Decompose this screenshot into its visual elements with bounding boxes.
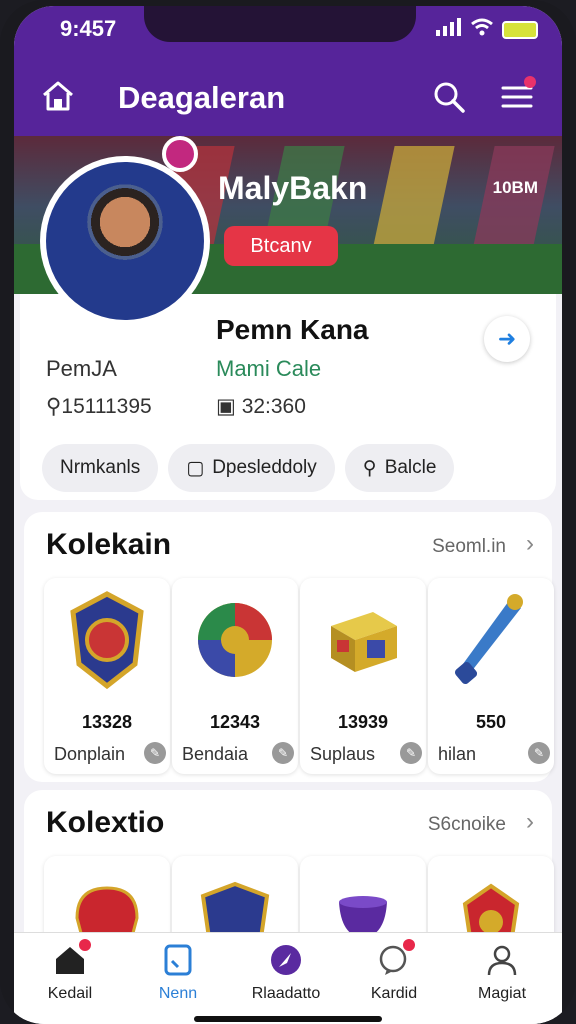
collection-item[interactable]: 550 hilan ✎ bbox=[428, 578, 554, 774]
ball-icon bbox=[190, 588, 280, 692]
location-pin-icon: ⚲ bbox=[46, 395, 62, 418]
home-icon[interactable] bbox=[40, 78, 76, 114]
chip-nrmkanls[interactable]: Nrmkanls bbox=[42, 444, 159, 492]
calendar-icon: ▣ bbox=[216, 395, 236, 418]
notification-dot bbox=[524, 76, 536, 88]
home-icon bbox=[53, 939, 91, 977]
tab-rlaadatto[interactable]: Rlaadatto bbox=[236, 943, 336, 1013]
compass-icon bbox=[269, 943, 303, 977]
edit-icon[interactable]: ✎ bbox=[528, 742, 550, 764]
crest-icon bbox=[62, 588, 152, 692]
tablet-icon bbox=[161, 943, 195, 977]
search-icon: ⚲ bbox=[362, 457, 377, 479]
tab-kedail[interactable]: Kedail bbox=[20, 939, 120, 1013]
phone-frame: 9:457 Deagaleran MalyBakn 10BM Btcanv Pe… bbox=[0, 0, 576, 1024]
profile-card: Pemn Kana Mami Cale PemJA ⚲15111395 ▣ 32… bbox=[20, 294, 556, 500]
tab-magiat[interactable]: Magiat bbox=[452, 943, 552, 1013]
tab-kardid[interactable]: Kardid bbox=[344, 939, 444, 1013]
banner-name: MalyBakn bbox=[218, 170, 368, 206]
edit-icon[interactable]: ✎ bbox=[144, 742, 166, 764]
avatar-photo bbox=[46, 162, 204, 320]
collection-item[interactable]: 13328 Donplain ✎ bbox=[44, 578, 170, 774]
share-button[interactable]: ➜ bbox=[484, 316, 530, 362]
banner-count: 10BM bbox=[492, 178, 538, 197]
wifi-icon bbox=[470, 18, 494, 41]
tab-nenn[interactable]: Nenn bbox=[128, 943, 228, 1013]
search-icon[interactable] bbox=[432, 80, 466, 114]
avatar[interactable] bbox=[40, 156, 210, 326]
profile-stat: ▣ 32:360 bbox=[216, 395, 306, 418]
see-more-link[interactable]: Seoml.in bbox=[432, 536, 506, 558]
box-icon: ▢ bbox=[186, 457, 205, 479]
collection-section-1: Kolekain Seoml.in › 13328 Donplain ✎ 123… bbox=[24, 512, 554, 782]
profile-location: ⚲15111395 bbox=[46, 395, 152, 418]
chip-balcle[interactable]: ⚲ Balcle bbox=[344, 444, 455, 492]
profile-subtitle: Mami Cale bbox=[216, 356, 322, 381]
profile-chips: Nrmkanls ▢ Dpesleddoly ⚲ Balcle bbox=[42, 444, 455, 492]
edit-icon[interactable]: ✎ bbox=[272, 742, 294, 764]
chevron-right-icon[interactable]: › bbox=[526, 530, 534, 558]
status-icons bbox=[436, 18, 538, 41]
banner-action-button[interactable]: Btcanv bbox=[224, 226, 338, 266]
collection-item[interactable]: 13939 Suplaus ✎ bbox=[300, 578, 426, 774]
avatar-badge-icon bbox=[162, 136, 198, 172]
screen: 9:457 Deagaleran MalyBakn 10BM Btcanv Pe… bbox=[14, 6, 562, 1024]
navbar: Deagaleran bbox=[14, 68, 562, 124]
menu-icon[interactable] bbox=[500, 76, 536, 114]
section-title: Kolextio bbox=[46, 806, 165, 839]
signal-icon bbox=[436, 18, 462, 41]
battery-icon bbox=[502, 20, 538, 39]
bottom-tab-bar: Kedail Nenn Rlaadatto Kardid Magiat bbox=[14, 932, 562, 1024]
profile-name: Pemn Kana bbox=[216, 314, 369, 345]
chip-dpesleddoly[interactable]: ▢ Dpesleddoly bbox=[168, 444, 335, 492]
torch-icon bbox=[446, 588, 536, 692]
chat-icon bbox=[377, 939, 415, 977]
status-time: 9:457 bbox=[60, 16, 117, 41]
user-icon bbox=[485, 943, 519, 977]
home-indicator bbox=[194, 1016, 382, 1022]
collection-item[interactable]: 12343 Bendaia ✎ bbox=[172, 578, 298, 774]
section-title: Kolekain bbox=[46, 528, 172, 561]
profile-username: PemJA bbox=[46, 356, 117, 381]
notch bbox=[144, 6, 416, 42]
box-icon bbox=[318, 588, 408, 692]
see-more-link[interactable]: S6cnoike bbox=[428, 814, 506, 836]
edit-icon[interactable]: ✎ bbox=[400, 742, 422, 764]
app-title: Deagaleran bbox=[118, 80, 286, 115]
chevron-right-icon[interactable]: › bbox=[526, 808, 534, 836]
collection-section-2: Kolextio S6cnoike › bbox=[24, 790, 554, 1024]
